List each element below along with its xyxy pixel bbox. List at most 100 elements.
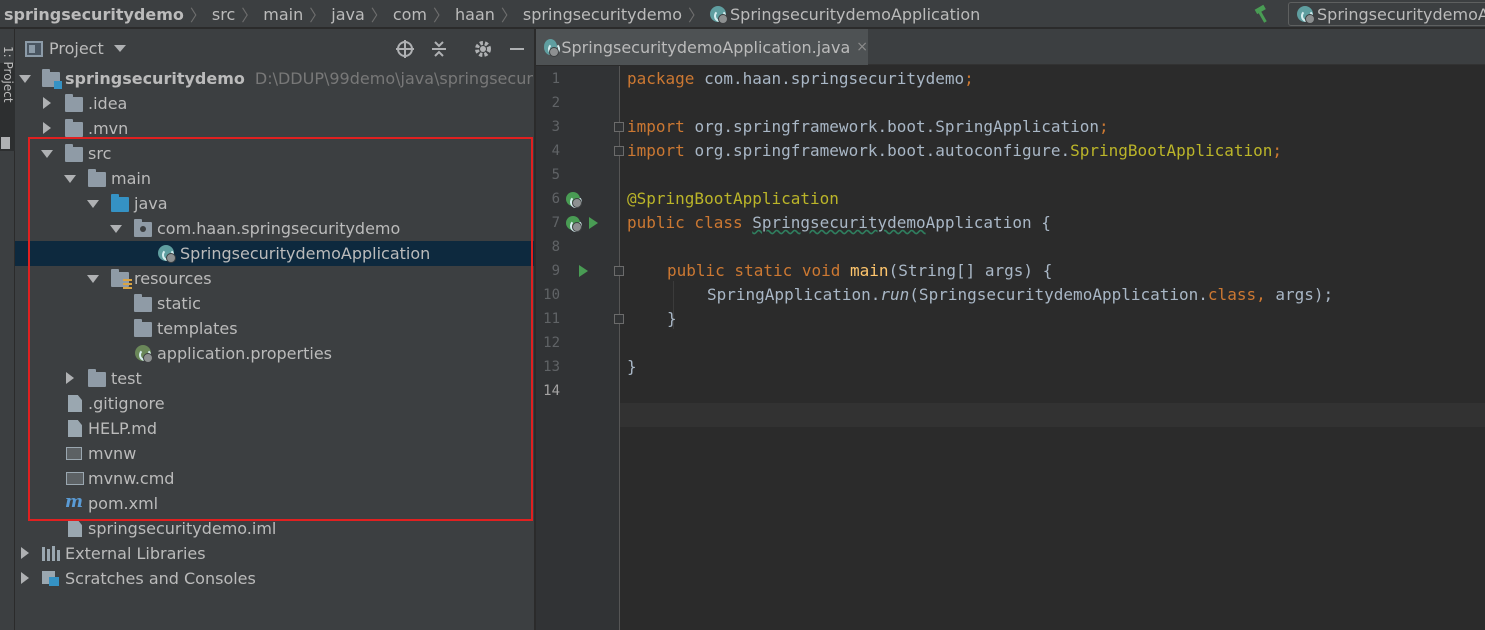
gitignore-file-icon <box>68 395 82 412</box>
tree-item-label: HELP.md <box>88 419 158 438</box>
locate-crosshair-icon[interactable] <box>395 39 415 59</box>
collapse-arrow-icon[interactable] <box>19 72 31 84</box>
code-text: Application { <box>925 213 1051 232</box>
left-tool-strip: 1: Project <box>0 29 15 630</box>
tree-item-mvnw[interactable]: mvnw <box>15 441 534 466</box>
collapse-arrow-icon[interactable] <box>64 172 76 184</box>
expand-arrow-icon[interactable] <box>41 97 53 109</box>
expand-arrow-icon[interactable] <box>19 547 31 559</box>
line-number: 9 <box>551 263 560 279</box>
run-icon[interactable] <box>589 217 598 229</box>
tree-item-java[interactable]: java <box>15 191 534 216</box>
build-hammer-icon[interactable] <box>1252 3 1274 25</box>
gear-icon[interactable] <box>473 39 493 59</box>
hide-panel-icon[interactable] <box>507 39 527 59</box>
tree-item-main[interactable]: main <box>15 166 534 191</box>
tree-item-test[interactable]: test <box>15 366 534 391</box>
tree-item-help-md[interactable]: HELP.md <box>15 416 534 441</box>
code-line-6: @SpringBootApplication <box>627 189 839 208</box>
expand-arrow-icon[interactable] <box>41 122 53 134</box>
code-line-7: public class SpringsecuritydemoApplicati… <box>627 213 1051 232</box>
class-name-typo: Springsecuritydemo <box>752 213 926 232</box>
tree-item-label: mvnw <box>88 444 137 463</box>
spring-bean-icon[interactable] <box>566 192 582 208</box>
expand-arrow-icon[interactable] <box>64 372 76 384</box>
collapse-arrow-icon[interactable] <box>87 197 99 209</box>
spring-bean-icon[interactable] <box>566 216 582 232</box>
code-line-4: import org.springframework.boot.autoconf… <box>627 141 1282 160</box>
expand-arrow-icon[interactable] <box>19 572 31 584</box>
project-tool-window-label[interactable]: 1: Project <box>1 46 15 106</box>
tree-item-label: java <box>134 194 168 213</box>
tree-item-label: src <box>88 144 112 163</box>
code-line-10: SpringApplication.run(Springsecuritydemo… <box>707 285 1333 304</box>
collapse-arrow-icon[interactable] <box>41 147 53 159</box>
tree-item-package[interactable]: com.haan.springsecuritydemo <box>15 216 534 241</box>
tree-item-application-class[interactable]: SpringsecuritydemoApplication <box>15 241 534 266</box>
semicolon: ; <box>1099 117 1109 136</box>
tab-springsecuritydemo-application[interactable]: SpringsecuritydemoApplication.java × <box>536 29 868 65</box>
project-view-icon <box>25 40 43 57</box>
tree-item-label: test <box>111 369 142 388</box>
folder-icon <box>65 94 83 112</box>
tree-item-static[interactable]: static <box>15 291 534 316</box>
annotation-name: SpringBootApplication <box>1070 141 1273 160</box>
keyword: package <box>627 69 705 88</box>
tree-item-root[interactable]: springsecuritydemo D:\DDUP\99demo\java\sp… <box>15 66 534 91</box>
breadcrumb-file[interactable]: SpringsecuritydemoApplication <box>730 5 980 24</box>
method-name: main <box>850 261 889 280</box>
breadcrumb: springsecuritydemo 〉 src 〉 main 〉 java 〉… <box>4 0 980 28</box>
line-number: 14 <box>543 383 560 399</box>
tree-item-gitignore[interactable]: .gitignore <box>15 391 534 416</box>
tree-item-application-properties[interactable]: application.properties <box>15 341 534 366</box>
project-view-selector[interactable]: Project <box>25 39 126 58</box>
tree-item-scratches[interactable]: Scratches and Consoles <box>15 566 534 591</box>
tree-item-pom-xml[interactable]: m pom.xml <box>15 491 534 516</box>
tree-item-label: templates <box>157 319 238 338</box>
keyword: public static void <box>667 261 851 280</box>
breadcrumb-separator-icon: 〉 <box>309 6 326 25</box>
code-text: } <box>667 309 677 328</box>
tree-item-src[interactable]: src <box>15 141 534 166</box>
breadcrumb-root[interactable]: springsecuritydemo <box>4 5 184 24</box>
tree-item-iml[interactable]: springsecuritydemo.iml <box>15 516 534 541</box>
collapse-all-icon[interactable] <box>429 39 449 59</box>
tree-item-external-libraries[interactable]: External Libraries <box>15 541 534 566</box>
spring-boot-class-icon <box>158 245 176 263</box>
breadcrumb-main[interactable]: main <box>263 5 303 24</box>
maven-file-icon: m <box>65 492 83 512</box>
breadcrumb-package[interactable]: springsecuritydemo <box>523 5 682 24</box>
markdown-file-icon <box>68 420 82 437</box>
tree-item-label: resources <box>134 269 212 288</box>
tree-item-resources[interactable]: resources <box>15 266 534 291</box>
shell-script-icon <box>66 447 82 460</box>
annotation: @SpringBootApplication <box>627 189 839 208</box>
spring-properties-icon <box>135 345 153 363</box>
run-configuration-selector[interactable]: SpringsecuritydemoAp <box>1288 2 1485 26</box>
breadcrumb-src[interactable]: src <box>212 5 235 24</box>
line-number: 10 <box>543 287 560 303</box>
collapse-arrow-icon[interactable] <box>87 272 99 284</box>
tree-item-templates[interactable]: templates <box>15 316 534 341</box>
tree-item-mvnw-cmd[interactable]: mvnw.cmd <box>15 466 534 491</box>
keyword: import <box>627 141 695 160</box>
tree-item-idea[interactable]: .idea <box>15 91 534 116</box>
collapse-arrow-icon[interactable] <box>110 222 122 234</box>
line-number: 4 <box>551 143 560 159</box>
breadcrumb-java[interactable]: java <box>331 5 365 24</box>
close-icon[interactable]: × <box>856 39 868 55</box>
breadcrumb-haan[interactable]: haan <box>455 5 495 24</box>
folder-icon <box>88 369 106 387</box>
code-area[interactable]: package com.haan.springsecuritydemo; imp… <box>620 66 1485 630</box>
breadcrumb-com[interactable]: com <box>393 5 427 24</box>
folder-icon <box>134 294 152 312</box>
chevron-down-icon <box>113 45 126 52</box>
tree-item-label: .mvn <box>88 119 129 138</box>
libraries-icon <box>42 546 60 561</box>
run-icon[interactable] <box>579 265 588 277</box>
line-number: 2 <box>551 95 560 111</box>
root-label: springsecuritydemo <box>65 69 245 88</box>
package-icon <box>134 219 152 237</box>
tree-item-mvn[interactable]: .mvn <box>15 116 534 141</box>
root-path: D:\DDUP\99demo\java\springsecuritydemo <box>254 69 534 88</box>
